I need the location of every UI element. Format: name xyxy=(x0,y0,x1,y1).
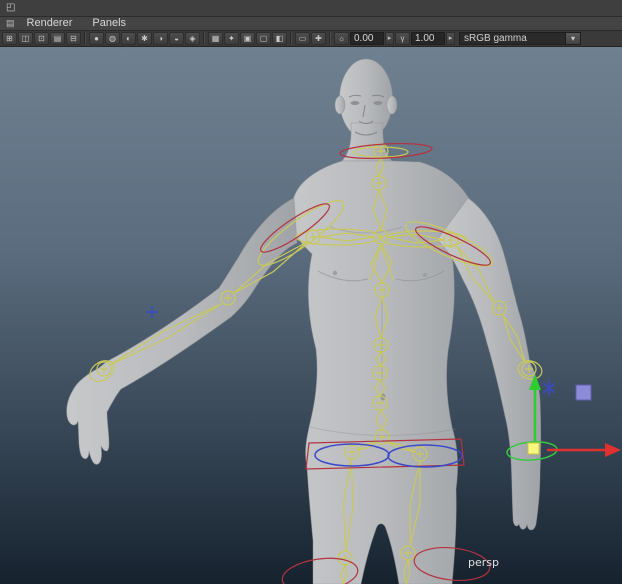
view-transform-value: sRGB gamma xyxy=(464,33,527,44)
move-x-arrowhead[interactable] xyxy=(605,443,621,457)
gamma-slider[interactable]: ▸ xyxy=(446,32,455,45)
pole-vector-marker-left[interactable] xyxy=(146,306,158,318)
viewport[interactable]: persp xyxy=(0,47,622,584)
eye-right xyxy=(373,101,383,105)
titlebar: ◰ xyxy=(0,0,622,17)
dock-icon[interactable]: ◰ xyxy=(6,3,15,13)
exposure-icon[interactable]: ☼ xyxy=(334,32,349,45)
exposure-field[interactable]: 0.00 xyxy=(350,32,384,45)
component-handle-square[interactable] xyxy=(575,384,592,401)
nipple-right xyxy=(422,272,428,278)
toolbar-separator xyxy=(203,32,205,45)
xray-icon[interactable]: ▦ xyxy=(208,32,223,45)
xray-joints-icon[interactable]: ✦ xyxy=(224,32,239,45)
move-manipulator[interactable] xyxy=(527,374,621,457)
isolate-select-icon[interactable]: ▣ xyxy=(240,32,255,45)
eye-left xyxy=(350,101,360,105)
ear-left xyxy=(334,95,346,115)
bookmark-icon[interactable]: ◧ xyxy=(272,32,287,45)
gamma-field[interactable]: 1.00 xyxy=(411,32,445,45)
ambient-occlusion-icon[interactable]: ◒ xyxy=(169,32,184,45)
grid-icon[interactable]: ⊞ xyxy=(2,32,17,45)
menu-panels[interactable]: Panels xyxy=(84,18,134,29)
gamma-icon[interactable]: γ xyxy=(395,32,410,45)
ear-right xyxy=(386,95,398,115)
viewport-canvas[interactable]: persp xyxy=(0,47,622,584)
smooth-shade-icon[interactable]: ● xyxy=(89,32,104,45)
view-transform-dropdown[interactable]: sRGB gamma ▾ xyxy=(459,32,581,45)
move-center-handle[interactable] xyxy=(527,442,540,455)
field-chart-icon[interactable]: ⊟ xyxy=(66,32,81,45)
exposure-slider[interactable]: ▸ xyxy=(385,32,394,45)
menu-renderer[interactable]: Renderer xyxy=(19,18,81,29)
textured-icon[interactable]: ◐ xyxy=(121,32,136,45)
camera-attributes-icon[interactable]: ▢ xyxy=(256,32,271,45)
chevron-down-icon[interactable]: ▾ xyxy=(565,33,580,44)
camera-label: persp xyxy=(468,556,499,569)
image-plane-icon[interactable]: ▭ xyxy=(295,32,310,45)
gate-mask-icon[interactable]: ▤ xyxy=(50,32,65,45)
panel-toolbar: ⊞ ◫ ⊡ ▤ ⊟ ● ◍ ◐ ✱ ◑ ◒ ◈ ▦ ✦ ▣ ▢ ◧ ▭ ✚ ☼ 0.00 ▸ γ 1.00 ▸ sR… xyxy=(0,31,622,47)
panel-menu-icon[interactable]: ▤ xyxy=(6,19,15,28)
panel-menubar: ▤ Renderer Panels xyxy=(0,17,622,31)
arm-left[interactable] xyxy=(66,197,298,465)
toolbar-separator xyxy=(84,32,86,45)
toolbar-icon-strip: ⊞ ◫ ⊡ ▤ ⊟ ● ◍ ◐ ✱ ◑ ◒ ◈ ▦ ✦ ▣ ▢ ◧ ▭ ✚ xyxy=(2,32,326,45)
use-all-lights-icon[interactable]: ✱ xyxy=(137,32,152,45)
motion-blur-icon[interactable]: ◈ xyxy=(185,32,200,45)
character-model[interactable] xyxy=(66,58,542,584)
toolbar-separator xyxy=(329,32,331,45)
pole-vector-marker-right[interactable] xyxy=(542,380,556,396)
pan-zoom-icon[interactable]: ✚ xyxy=(311,32,326,45)
resolution-gate-icon[interactable]: ⊡ xyxy=(34,32,49,45)
shadows-icon[interactable]: ◑ xyxy=(153,32,168,45)
wireframe-icon[interactable]: ◍ xyxy=(105,32,120,45)
nipple-left xyxy=(332,270,338,276)
toolbar-separator xyxy=(290,32,292,45)
film-gate-icon[interactable]: ◫ xyxy=(18,32,33,45)
